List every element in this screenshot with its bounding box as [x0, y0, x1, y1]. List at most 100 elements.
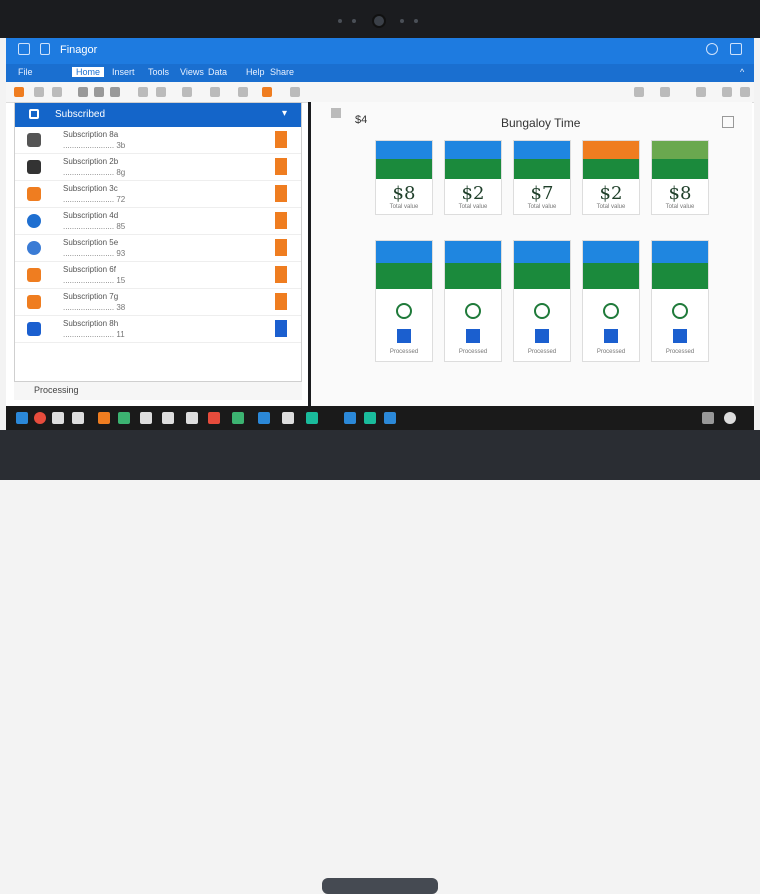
italic-icon[interactable] — [94, 87, 104, 97]
status-ring-icon — [534, 303, 550, 319]
undo-icon[interactable] — [34, 87, 44, 97]
filter-icon[interactable] — [238, 87, 248, 97]
app-icon[interactable] — [384, 412, 396, 424]
edge-icon[interactable] — [98, 412, 110, 424]
pin-icon[interactable] — [40, 43, 50, 55]
close-icon[interactable] — [722, 87, 732, 97]
toolbar — [6, 82, 754, 103]
tab-insert[interactable]: Insert — [112, 67, 135, 77]
value-tile[interactable]: $2 Total value — [582, 140, 640, 215]
tile-header — [376, 241, 432, 263]
value-tile[interactable]: $7 Total value — [513, 140, 571, 215]
tab-share[interactable]: Share — [270, 67, 294, 77]
item-text: ....................... 15 — [63, 276, 126, 285]
list-item[interactable]: Subscription 2b ....................... … — [15, 154, 301, 181]
browser-icon[interactable] — [344, 412, 356, 424]
tab-help[interactable]: Help — [246, 67, 265, 77]
tab-views[interactable]: Views — [180, 67, 204, 77]
tile-app-icon — [466, 329, 480, 343]
document-icon — [27, 187, 41, 201]
list-item[interactable]: Subscription 7g ....................... … — [15, 289, 301, 316]
list-item[interactable]: Subscription 6f ....................... … — [15, 262, 301, 289]
value-tile[interactable]: $2 Total value — [444, 140, 502, 215]
value-tile[interactable]: $8 Total value — [375, 140, 433, 215]
tab-tools[interactable]: Tools — [148, 67, 169, 77]
list-item[interactable]: Subscription 3c ....................... … — [15, 181, 301, 208]
comment-icon[interactable] — [290, 87, 300, 97]
value-tile[interactable]: $8 Total value — [651, 140, 709, 215]
tool-icon[interactable] — [660, 87, 670, 97]
app-icon[interactable] — [282, 412, 294, 424]
underline-icon[interactable] — [110, 87, 120, 97]
status-badge — [275, 212, 287, 229]
tab-file[interactable]: File — [18, 67, 33, 77]
page-number: $4 — [355, 114, 368, 126]
list-icon[interactable] — [156, 87, 166, 97]
tile-band — [514, 263, 570, 289]
status-ring-icon — [465, 303, 481, 319]
item-text: ....................... 3b — [63, 141, 126, 150]
settings-icon[interactable] — [140, 412, 152, 424]
status-tile[interactable]: Processed — [513, 240, 571, 362]
highlight-icon[interactable] — [262, 87, 272, 97]
app-icon[interactable] — [232, 412, 244, 424]
item-title: Subscription 3c — [63, 184, 118, 193]
list-item[interactable]: Subscription 8a ....................... … — [15, 127, 301, 154]
redo-icon[interactable] — [52, 87, 62, 97]
window-icon[interactable] — [730, 43, 742, 55]
panel-header: Subscribed ▾ — [15, 103, 301, 127]
folder-icon — [27, 268, 41, 282]
photos-icon[interactable] — [118, 412, 130, 424]
status-ring-icon — [672, 303, 688, 319]
table-icon[interactable] — [182, 87, 192, 97]
tab-home[interactable]: Home — [72, 67, 105, 77]
subscriptions-panel: Subscribed ▾ Subscription 8a ...........… — [14, 102, 302, 382]
ribbon-collapse-icon[interactable]: ^ — [740, 67, 744, 77]
chart-icon[interactable] — [210, 87, 220, 97]
panel-icon — [29, 109, 39, 119]
tab-data[interactable]: Data — [208, 67, 227, 77]
tile-band — [376, 263, 432, 289]
dashboard-panel: $4 Bungaloy Time $8 Total value $2 Total… — [308, 102, 752, 410]
status-badge — [275, 158, 287, 175]
tool-icon[interactable] — [696, 87, 706, 97]
app-icon[interactable] — [258, 412, 270, 424]
tile-caption: Total value — [458, 204, 488, 210]
tile-value: $8 — [392, 183, 416, 204]
status-tile[interactable]: Processed — [444, 240, 502, 362]
document-icon — [27, 133, 41, 147]
bold-icon[interactable] — [78, 87, 88, 97]
item-text: ....................... 72 — [63, 195, 126, 204]
tile-band — [376, 159, 432, 179]
expand-icon[interactable] — [722, 116, 734, 128]
laptop-bezel-bottom — [0, 430, 760, 894]
app-icon[interactable] — [364, 412, 376, 424]
tray-icon[interactable] — [702, 412, 714, 424]
search-icon[interactable] — [34, 412, 46, 424]
status-tile[interactable]: Processed — [651, 240, 709, 362]
list-item[interactable]: Subscription 5e ....................... … — [15, 235, 301, 262]
list-item[interactable]: Subscription 4d ....................... … — [15, 208, 301, 235]
notification-icon[interactable] — [724, 412, 736, 424]
save-icon[interactable] — [14, 87, 24, 97]
store-icon[interactable] — [72, 412, 84, 424]
tool-icon[interactable] — [634, 87, 644, 97]
tile-header — [652, 241, 708, 263]
align-icon[interactable] — [138, 87, 148, 97]
panel-menu-icon[interactable]: ▾ — [282, 108, 287, 119]
app-icon[interactable] — [208, 412, 220, 424]
status-tile[interactable]: Processed — [375, 240, 433, 362]
status-tile[interactable]: Processed — [582, 240, 640, 362]
app-icon[interactable] — [162, 412, 174, 424]
app-icon[interactable] — [186, 412, 198, 424]
help-icon[interactable] — [706, 43, 718, 55]
list-item[interactable]: Subscription 8h ....................... … — [15, 316, 301, 343]
files-icon[interactable] — [306, 412, 318, 424]
tile-header — [514, 141, 570, 159]
start-icon[interactable] — [16, 412, 28, 424]
item-title: Subscription 5e — [63, 238, 119, 247]
close-icon[interactable] — [740, 87, 750, 97]
tile-header — [652, 141, 708, 159]
app-tile-icon — [27, 322, 41, 336]
mail-icon[interactable] — [52, 412, 64, 424]
